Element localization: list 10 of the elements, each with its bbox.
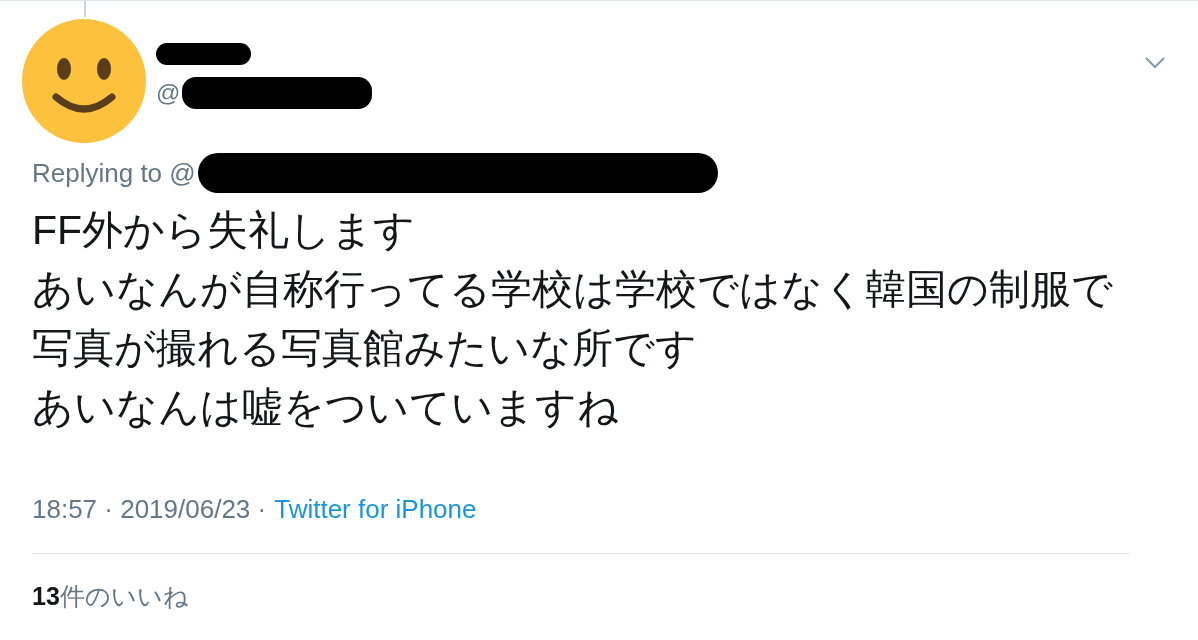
likes-count[interactable]: 13件のいいね [32, 580, 1166, 613]
smiley-avatar-icon[interactable] [22, 19, 146, 143]
tweet-text-line: 写真が撮れる写真館みたいな所です [32, 324, 698, 373]
chevron-down-icon[interactable] [1144, 56, 1166, 70]
tweet-text-line: あいなんが自称行ってる学校は学校ではなく韓国の制服で [32, 265, 1114, 314]
replying-to-label: Replying to @ [32, 157, 196, 189]
tweet-text-line: FF外から失礼します [32, 206, 417, 255]
tweet-text-line: あいなんは嘘をついていますね [32, 383, 620, 432]
tweet-timestamp: 18:57 · 2019/06/23 · [32, 493, 267, 525]
handle-prefix: @ [156, 79, 181, 107]
